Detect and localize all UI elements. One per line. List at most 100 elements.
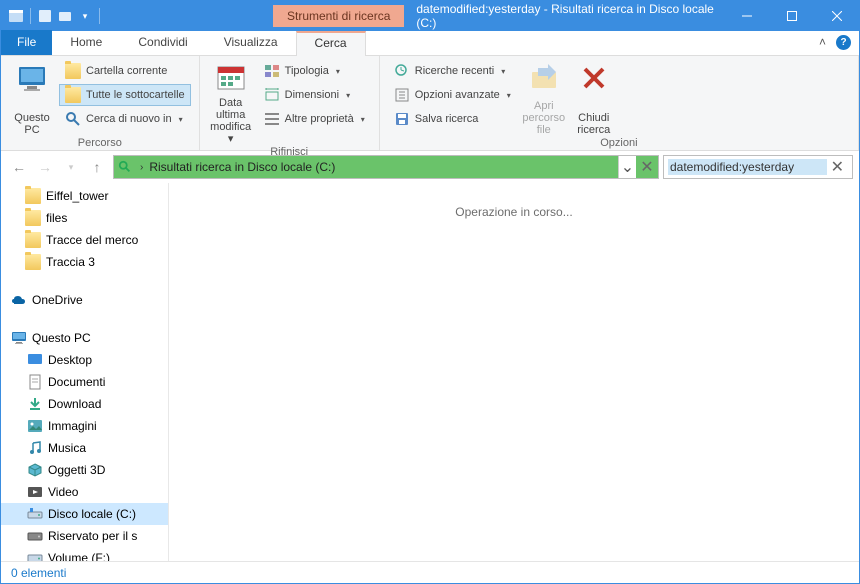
ribbon-group-percorso: Questo PC Cartella corrente Tutte le sot… bbox=[1, 56, 200, 150]
quick-access-toolbar: ▾ bbox=[1, 7, 103, 25]
tree-item-folder[interactable]: files bbox=[1, 207, 168, 229]
tab-share[interactable]: Condividi bbox=[120, 30, 205, 55]
address-bar[interactable]: › Risultati ricerca in Disco locale (C:)… bbox=[113, 155, 659, 179]
group-label-percorso: Percorso bbox=[9, 136, 191, 149]
list-icon bbox=[264, 111, 280, 127]
tree-item-label: Video bbox=[48, 485, 78, 499]
folder-stack-icon bbox=[65, 87, 81, 103]
ribbon-tabstrip: File Home Condividi Visualizza Cerca ˄ ? bbox=[1, 31, 859, 56]
tree-item-label: Eiffel_tower bbox=[46, 189, 108, 203]
tree-item-videos[interactable]: Video bbox=[1, 481, 168, 503]
tree-item-pictures[interactable]: Immagini bbox=[1, 415, 168, 437]
help-icon[interactable]: ? bbox=[836, 35, 851, 50]
tree-item-label: Volume (F:) bbox=[48, 551, 110, 561]
search-box[interactable]: datemodified:yesterday ✕ bbox=[663, 155, 853, 179]
other-props-label: Altre proprietà bbox=[285, 113, 354, 125]
advanced-icon bbox=[394, 87, 410, 103]
tree-item-reserved[interactable]: Riservato per il s bbox=[1, 525, 168, 547]
tree-item-label: Musica bbox=[48, 441, 86, 455]
tab-file[interactable]: File bbox=[1, 30, 52, 55]
tree-item-music[interactable]: Musica bbox=[1, 437, 168, 459]
window-title: datemodified:yesterday - Risultati ricer… bbox=[404, 2, 724, 30]
minimize-button[interactable] bbox=[724, 1, 769, 31]
tree-item-label: Traccia 3 bbox=[46, 255, 95, 269]
clock-search-icon bbox=[394, 63, 410, 79]
tree-item-folder[interactable]: Eiffel_tower bbox=[1, 185, 168, 207]
close-search-label: Chiudi ricerca bbox=[577, 112, 610, 136]
chevron-down-icon: ▾ bbox=[361, 115, 365, 124]
search-again-label: Cerca di nuovo in bbox=[86, 113, 172, 125]
nav-up-button[interactable]: ↑ bbox=[85, 155, 109, 179]
folder-icon bbox=[25, 188, 41, 204]
save-search-label: Salva ricerca bbox=[415, 113, 479, 125]
tree-item-label: Download bbox=[48, 397, 101, 411]
drive-icon bbox=[27, 528, 43, 544]
tree-item-desktop[interactable]: Desktop bbox=[1, 349, 168, 371]
tree-item-onedrive[interactable]: OneDrive bbox=[1, 289, 168, 311]
search-again-button[interactable]: Cerca di nuovo in ▾ bbox=[59, 108, 191, 130]
date-modified-button[interactable]: Data ultima modifica ▾ bbox=[208, 60, 254, 145]
type-icon bbox=[264, 63, 280, 79]
maximize-button[interactable] bbox=[769, 1, 814, 31]
open-location-label: Apri percorso file bbox=[521, 100, 567, 136]
drive-icon bbox=[27, 550, 43, 561]
address-refresh-stop-icon[interactable]: ✕ bbox=[636, 156, 658, 178]
status-bar: 0 elementi bbox=[1, 561, 859, 584]
nav-history-dropdown[interactable]: ▾ bbox=[59, 155, 83, 179]
qa-dropdown-icon[interactable]: ▾ bbox=[76, 7, 94, 25]
tree-item-downloads[interactable]: Download bbox=[1, 393, 168, 415]
size-icon bbox=[264, 87, 280, 103]
loading-text: Operazione in corso... bbox=[455, 205, 572, 219]
tree-item-label: Questo PC bbox=[32, 331, 91, 345]
recent-searches-button[interactable]: Ricerche recenti ▾ bbox=[388, 60, 517, 82]
tree-item-documents[interactable]: Documenti bbox=[1, 371, 168, 393]
open-location-icon bbox=[528, 62, 560, 94]
this-pc-button[interactable]: Questo PC bbox=[9, 60, 55, 136]
tree-item-label: Oggetti 3D bbox=[48, 463, 105, 477]
search-location-icon bbox=[114, 156, 136, 178]
item-count-label: 0 elementi bbox=[11, 566, 66, 580]
breadcrumb-chevron-icon[interactable]: › bbox=[136, 162, 147, 173]
tab-view[interactable]: Visualizza bbox=[206, 30, 296, 55]
monitor-icon bbox=[11, 330, 27, 346]
cube-icon bbox=[27, 462, 43, 478]
tree-item-folder[interactable]: Traccia 3 bbox=[1, 251, 168, 273]
folder-icon bbox=[25, 232, 41, 248]
address-text[interactable]: Risultati ricerca in Disco locale (C:) bbox=[147, 160, 618, 174]
save-icon bbox=[394, 111, 410, 127]
tree-item-folder[interactable]: Tracce del merco bbox=[1, 229, 168, 251]
tree-item-3d-objects[interactable]: Oggetti 3D bbox=[1, 459, 168, 481]
tab-search[interactable]: Cerca bbox=[296, 31, 366, 56]
qa-properties-icon[interactable] bbox=[36, 7, 54, 25]
search-query-text[interactable]: datemodified:yesterday bbox=[668, 159, 827, 175]
save-search-button[interactable]: Salva ricerca bbox=[388, 108, 517, 130]
size-button[interactable]: Dimensioni ▾ bbox=[258, 84, 371, 106]
tree-item-label: Disco locale (C:) bbox=[48, 507, 136, 521]
tree-item-volume-f[interactable]: Volume (F:) bbox=[1, 547, 168, 561]
tree-item-local-disk-c[interactable]: Disco locale (C:) bbox=[1, 503, 168, 525]
nav-back-button[interactable]: ← bbox=[7, 155, 31, 179]
other-props-button[interactable]: Altre proprietà ▾ bbox=[258, 108, 371, 130]
all-subfolders-label: Tutte le sottocartelle bbox=[86, 89, 185, 101]
tab-home[interactable]: Home bbox=[52, 30, 120, 55]
address-dropdown-icon[interactable]: ⌄ bbox=[618, 156, 636, 178]
ribbon-collapse-icon[interactable]: ˄ bbox=[819, 35, 826, 50]
tree-item-this-pc[interactable]: Questo PC bbox=[1, 327, 168, 349]
monitor-icon bbox=[16, 62, 48, 94]
type-button[interactable]: Tipologia ▾ bbox=[258, 60, 371, 82]
close-search-button[interactable]: Chiudi ricerca bbox=[571, 60, 617, 136]
qa-newfolder-icon[interactable] bbox=[56, 7, 74, 25]
all-subfolders-button[interactable]: Tutte le sottocartelle bbox=[59, 84, 191, 106]
advanced-options-button[interactable]: Opzioni avanzate ▾ bbox=[388, 84, 517, 106]
recent-searches-label: Ricerche recenti bbox=[415, 65, 494, 77]
this-pc-label: Questo PC bbox=[14, 112, 49, 136]
close-button[interactable] bbox=[814, 1, 859, 31]
results-pane: Operazione in corso... bbox=[169, 183, 859, 561]
current-folder-button[interactable]: Cartella corrente bbox=[59, 60, 191, 82]
download-icon bbox=[27, 396, 43, 412]
navigation-pane[interactable]: Eiffel_tower files Tracce del merco Trac… bbox=[1, 183, 169, 561]
search-clear-icon[interactable]: ✕ bbox=[827, 157, 848, 177]
date-modified-label: Data ultima modifica bbox=[208, 97, 254, 133]
explorer-icon bbox=[7, 7, 25, 25]
nav-forward-button: → bbox=[33, 155, 57, 179]
